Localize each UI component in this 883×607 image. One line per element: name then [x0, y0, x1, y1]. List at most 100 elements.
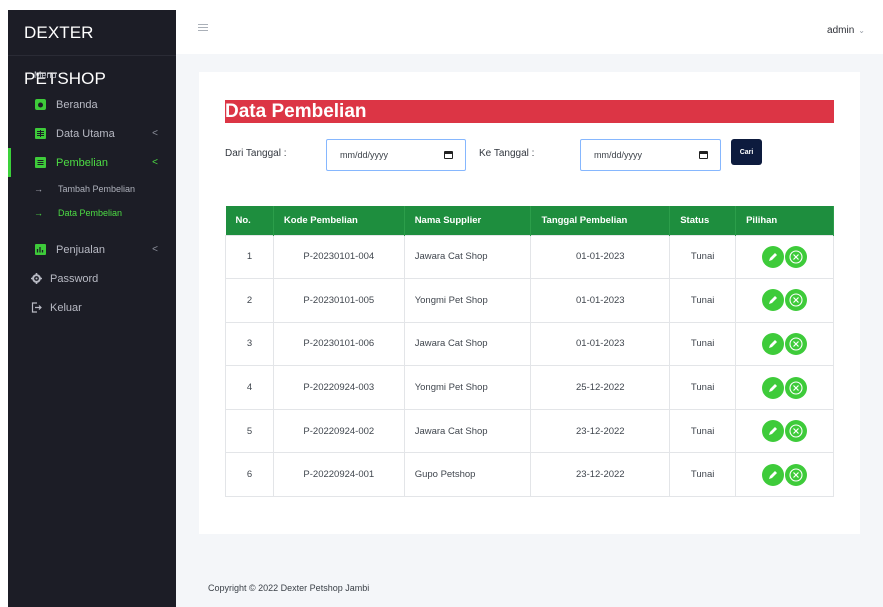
content-card: Data Pembelian Dari Tanggal : mm/dd/yyyy… [199, 72, 860, 534]
sidebar-item-label: Pembelian [56, 156, 108, 169]
cell-tanggal: 25-12-2022 [530, 365, 671, 410]
chart-icon [34, 244, 46, 256]
sidebar-subitem-data-pembelian[interactable]: → Data Pembelian [8, 201, 176, 225]
cell-supplier: Jawara Cat Shop [403, 234, 532, 280]
cell-status: Tunai [669, 408, 737, 454]
cell-actions [735, 234, 834, 280]
to-date-label: Ke Tanggal : [479, 148, 535, 159]
footer-copyright: Copyright © 2022 Dexter Petshop Jambi [208, 583, 370, 593]
page-title: Data Pembelian [225, 101, 367, 122]
cell-kode: P-20220924-002 [272, 408, 405, 454]
cell-kode: P-20220924-001 [272, 452, 405, 498]
delete-icon[interactable] [785, 289, 808, 312]
col-header-supplier[interactable]: Nama Supplier [404, 206, 532, 235]
chevron-left-icon: < [152, 128, 158, 139]
table-row: 4 P-20220924-003 Yongmi Pet Shop 25-12-2… [225, 365, 834, 410]
cell-status: Tunai [669, 365, 737, 410]
cell-no: 1 [225, 234, 274, 280]
cell-supplier: Jawara Cat Shop [403, 321, 532, 367]
cell-status: Tunai [669, 452, 737, 498]
cell-no: 4 [225, 365, 274, 410]
sidebar-item-label: Beranda [56, 98, 98, 111]
calendar-icon[interactable] [444, 151, 453, 159]
cell-actions [735, 321, 834, 367]
edit-icon[interactable] [762, 289, 785, 312]
sidebar-subitem-label: Tambah Pembelian [58, 184, 136, 194]
cell-no: 5 [225, 408, 274, 454]
arrow-right-icon: → [34, 184, 43, 194]
cell-actions [735, 278, 834, 323]
cell-no: 2 [225, 278, 274, 323]
cell-actions [735, 365, 834, 410]
table-row: 6 P-20220924-001 Gupo Petshop 23-12-2022… [225, 452, 834, 498]
cell-status: Tunai [669, 234, 737, 280]
edit-icon[interactable] [762, 376, 785, 399]
cell-kode: P-20230101-006 [272, 321, 405, 367]
table-header-row: No. Kode Pembelian Nama Supplier Tanggal… [225, 206, 834, 235]
sidebar-item-data-utama[interactable]: Data Utama < [8, 119, 176, 148]
cell-actions [735, 408, 834, 454]
home-icon [34, 99, 46, 111]
col-header-pilihan[interactable]: Pilihan [735, 206, 834, 235]
delete-icon[interactable] [785, 376, 808, 399]
to-date-input[interactable]: mm/dd/yyyy [580, 139, 721, 171]
search-button[interactable]: Cari [731, 139, 762, 165]
edit-icon[interactable] [762, 420, 785, 443]
from-date-input[interactable]: mm/dd/yyyy [326, 139, 466, 171]
sidebar-item-label: Data Utama [56, 127, 115, 140]
col-header-status[interactable]: Status [669, 206, 737, 235]
edit-icon[interactable] [762, 463, 785, 486]
cell-tanggal: 23-12-2022 [530, 408, 671, 454]
cell-actions [735, 452, 834, 498]
from-date-value: mm/dd/yyyy [340, 150, 389, 160]
cell-supplier: Yongmi Pet Shop [403, 278, 532, 323]
sidebar: DEXTER PETSHOP Menu Beranda Data Utama <… [8, 10, 176, 607]
col-header-kode[interactable]: Kode Pembelian [273, 206, 405, 235]
cell-supplier: Jawara Cat Shop [403, 408, 532, 454]
cell-kode: P-20220924-003 [272, 365, 405, 410]
user-name: admin [827, 25, 855, 36]
page-title-bar: Data Pembelian [225, 100, 834, 123]
sidebar-item-pembelian[interactable]: Pembelian < [8, 148, 176, 177]
table-row: 2 P-20230101-005 Yongmi Pet Shop 01-01-2… [225, 278, 834, 323]
sidebar-item-password[interactable]: Password [8, 264, 176, 293]
cell-supplier: Yongmi Pet Shop [403, 365, 532, 410]
sidebar-item-penjualan[interactable]: Penjualan < [8, 235, 176, 264]
table-row: 3 P-20230101-006 Jawara Cat Shop 01-01-2… [225, 321, 834, 367]
delete-icon[interactable] [785, 420, 808, 443]
delete-icon[interactable] [785, 245, 808, 268]
to-date-value: mm/dd/yyyy [594, 150, 643, 160]
sidebar-subitem-tambah-pembelian[interactable]: → Tambah Pembelian [8, 177, 176, 201]
cell-status: Tunai [669, 278, 737, 323]
user-menu[interactable]: admin ⌄ [827, 25, 865, 36]
table-row: 1 P-20230101-004 Jawara Cat Shop 01-01-2… [225, 234, 834, 280]
sidebar-item-keluar[interactable]: Keluar [8, 293, 176, 322]
edit-icon[interactable] [762, 245, 785, 268]
cell-tanggal: 01-01-2023 [530, 234, 671, 280]
sidebar-subitem-label: Data Pembelian [58, 208, 123, 218]
cell-no: 3 [225, 321, 274, 367]
purchase-table: No. Kode Pembelian Nama Supplier Tanggal… [225, 206, 834, 498]
calendar-icon[interactable] [699, 151, 708, 159]
edit-icon[interactable] [762, 332, 785, 355]
hamburger-menu-icon[interactable] [198, 24, 208, 33]
col-header-tanggal[interactable]: Tanggal Pembelian [530, 206, 671, 235]
chevron-down-icon: ⌄ [858, 26, 865, 35]
list-icon [34, 157, 46, 169]
brand-logo[interactable]: DEXTER PETSHOP [8, 10, 176, 88]
arrow-right-icon: → [34, 208, 43, 218]
cell-no: 6 [225, 452, 274, 498]
sidebar-item-beranda[interactable]: Beranda [8, 90, 176, 119]
chevron-left-icon: < [152, 244, 158, 255]
gear-icon [30, 273, 42, 285]
table-row: 5 P-20220924-002 Jawara Cat Shop 23-12-2… [225, 408, 834, 454]
table-icon [34, 128, 46, 140]
cell-tanggal: 23-12-2022 [530, 452, 671, 498]
sidebar-item-label: Penjualan [56, 243, 105, 256]
delete-icon[interactable] [785, 332, 808, 355]
from-date-label: Dari Tanggal : [225, 148, 287, 159]
sidebar-item-label: Keluar [50, 301, 82, 314]
chevron-left-icon: < [152, 157, 158, 168]
delete-icon[interactable] [785, 463, 808, 486]
col-header-no[interactable]: No. [225, 206, 274, 235]
